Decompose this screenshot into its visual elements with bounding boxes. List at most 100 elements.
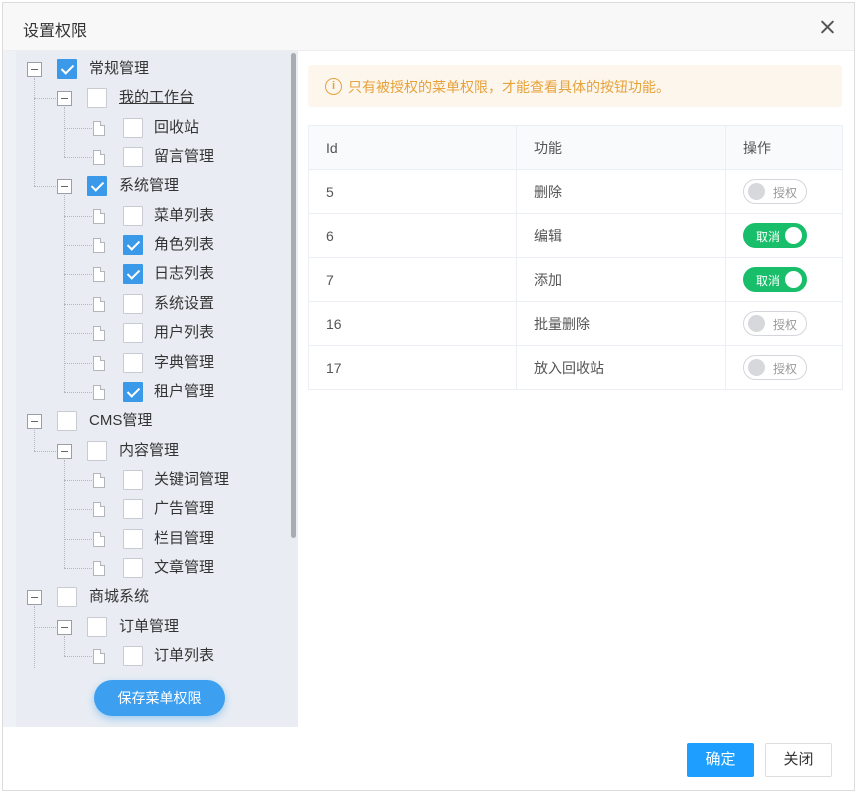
switch-knob <box>748 183 765 200</box>
tree-node-label: 关键词管理 <box>154 470 230 488</box>
cell-id: 16 <box>308 301 517 346</box>
column-header-function: 功能 <box>516 125 726 170</box>
close-button[interactable]: 关闭 <box>765 743 832 777</box>
tree-node[interactable]: 系统管理 <box>16 175 286 204</box>
tree-node[interactable]: 广告管理 <box>16 498 286 527</box>
tree-node-label: 菜单列表 <box>154 206 215 224</box>
tree-node-label: 常规管理 <box>89 60 150 77</box>
cell-id: 5 <box>308 169 517 214</box>
tree-node[interactable]: 我的工作台 <box>16 87 286 116</box>
collapse-toggle-icon[interactable] <box>57 91 72 107</box>
tree-node-checkbox[interactable] <box>57 411 77 432</box>
confirm-button[interactable]: 确定 <box>687 743 754 777</box>
tree-node[interactable]: 留言管理 <box>16 146 286 175</box>
tree-node-checkbox[interactable] <box>123 381 143 402</box>
file-icon <box>93 150 105 166</box>
tree-node-checkbox[interactable] <box>57 587 77 608</box>
tree-node-checkbox[interactable] <box>123 264 143 285</box>
cell-action: 授权 <box>725 301 843 346</box>
cell-action: 授权 <box>725 169 843 214</box>
tree-node-checkbox[interactable] <box>123 323 143 344</box>
tree-node-checkbox[interactable] <box>87 176 107 197</box>
cell-action: 取消 <box>725 213 843 258</box>
tree-scrollbar[interactable] <box>291 53 296 538</box>
tree-node-label: 日志列表 <box>154 265 215 283</box>
tree-node[interactable]: 菜单列表 <box>16 205 286 234</box>
tree-node[interactable]: 日志列表 <box>16 263 286 292</box>
tree-node[interactable]: 文章管理 <box>16 557 286 586</box>
cell-function: 批量删除 <box>516 301 726 346</box>
save-menu-permission-button[interactable]: 保存菜单权限 <box>94 680 225 716</box>
collapse-toggle-icon[interactable] <box>57 443 72 459</box>
tree-node[interactable]: 内容管理 <box>16 440 286 469</box>
tree-node-checkbox[interactable] <box>123 205 143 226</box>
file-icon <box>93 560 105 576</box>
switch-label: 取消 <box>756 274 781 288</box>
tree-node[interactable]: 用户列表 <box>16 322 286 351</box>
table-row: 7 添加 取消 <box>308 257 843 302</box>
cell-action: 取消 <box>725 257 843 302</box>
collapse-toggle-icon[interactable] <box>57 619 72 635</box>
tree-node-checkbox[interactable] <box>123 646 143 666</box>
tree-node-label: 系统管理 <box>119 177 180 195</box>
file-icon <box>93 296 105 312</box>
collapse-toggle-icon[interactable] <box>27 414 42 430</box>
tree-node[interactable]: 租户管理 <box>16 381 286 410</box>
permission-toggle-switch[interactable]: 取消 <box>743 223 807 248</box>
notice-text: 只有被授权的菜单权限，才能查看具体的按钮功能。 <box>348 79 670 95</box>
tree-node[interactable]: 字典管理 <box>16 352 286 381</box>
tree-node-checkbox[interactable] <box>123 499 143 520</box>
collapse-toggle-icon[interactable] <box>27 590 42 606</box>
tree-node-checkbox[interactable] <box>123 117 143 138</box>
column-header-id: Id <box>308 125 517 170</box>
file-icon <box>93 649 105 664</box>
tree-node-label: 系统设置 <box>154 294 215 312</box>
cell-action: 授权 <box>725 345 843 390</box>
tree-node[interactable]: 角色列表 <box>16 234 286 263</box>
permission-toggle-switch[interactable]: 取消 <box>743 267 807 292</box>
switch-label: 授权 <box>773 318 798 332</box>
permission-toggle-switch[interactable]: 授权 <box>743 179 807 204</box>
table-row: 6 编辑 取消 <box>308 213 843 258</box>
tree-node-label: 内容管理 <box>119 441 180 459</box>
tree-node-checkbox[interactable] <box>87 88 107 109</box>
tree-node-checkbox[interactable] <box>123 235 143 256</box>
table-row: 16 批量删除 授权 <box>308 301 843 346</box>
permission-toggle-switch[interactable]: 授权 <box>743 355 807 380</box>
tree-node[interactable]: 商城系统 <box>16 586 286 615</box>
collapse-toggle-icon[interactable] <box>57 179 72 195</box>
tree-node-checkbox[interactable] <box>87 440 107 461</box>
tree-node-checkbox[interactable] <box>123 293 143 314</box>
tree-node-checkbox[interactable] <box>57 59 77 79</box>
file-icon <box>93 502 105 518</box>
permission-toggle-switch[interactable]: 授权 <box>743 311 807 336</box>
tree-node-checkbox[interactable] <box>123 528 143 549</box>
table-row: 17 放入回收站 授权 <box>308 345 843 390</box>
tree-node-checkbox[interactable] <box>123 557 143 578</box>
tree-node[interactable]: 系统设置 <box>16 293 286 322</box>
file-icon <box>93 531 105 547</box>
switch-label: 授权 <box>773 362 798 376</box>
info-icon: i <box>325 78 342 95</box>
tree-node[interactable]: 常规管理 <box>16 58 286 87</box>
tree-node[interactable]: 订单列表 <box>16 645 286 674</box>
tree-node-checkbox[interactable] <box>123 469 143 490</box>
tree-node[interactable]: 栏目管理 <box>16 528 286 557</box>
tree-node-label: 租户管理 <box>154 382 215 400</box>
tree-node-checkbox[interactable] <box>123 147 143 168</box>
tree-node[interactable]: CMS管理 <box>16 410 286 439</box>
close-icon[interactable] <box>818 17 838 37</box>
tree-node-label: 订单列表 <box>154 647 215 664</box>
dialog-title: 设置权限 <box>23 23 88 40</box>
file-icon <box>93 267 105 283</box>
cell-function: 编辑 <box>516 213 726 258</box>
tree-node[interactable]: 关键词管理 <box>16 469 286 498</box>
tree-node-checkbox[interactable] <box>123 352 143 373</box>
tree-node[interactable]: 回收站 <box>16 117 286 146</box>
tree-node[interactable]: 订单管理 <box>16 616 286 645</box>
tree-node-checkbox[interactable] <box>87 616 107 637</box>
collapse-toggle-icon[interactable] <box>27 62 42 77</box>
permission-table: Id 功能 操作 5 删除 授权 6 编辑 取消 7 添加 取消 16 批量删除 授权 17 放入回收站授… <box>308 125 843 390</box>
switch-knob <box>785 271 802 288</box>
file-icon <box>93 355 105 371</box>
